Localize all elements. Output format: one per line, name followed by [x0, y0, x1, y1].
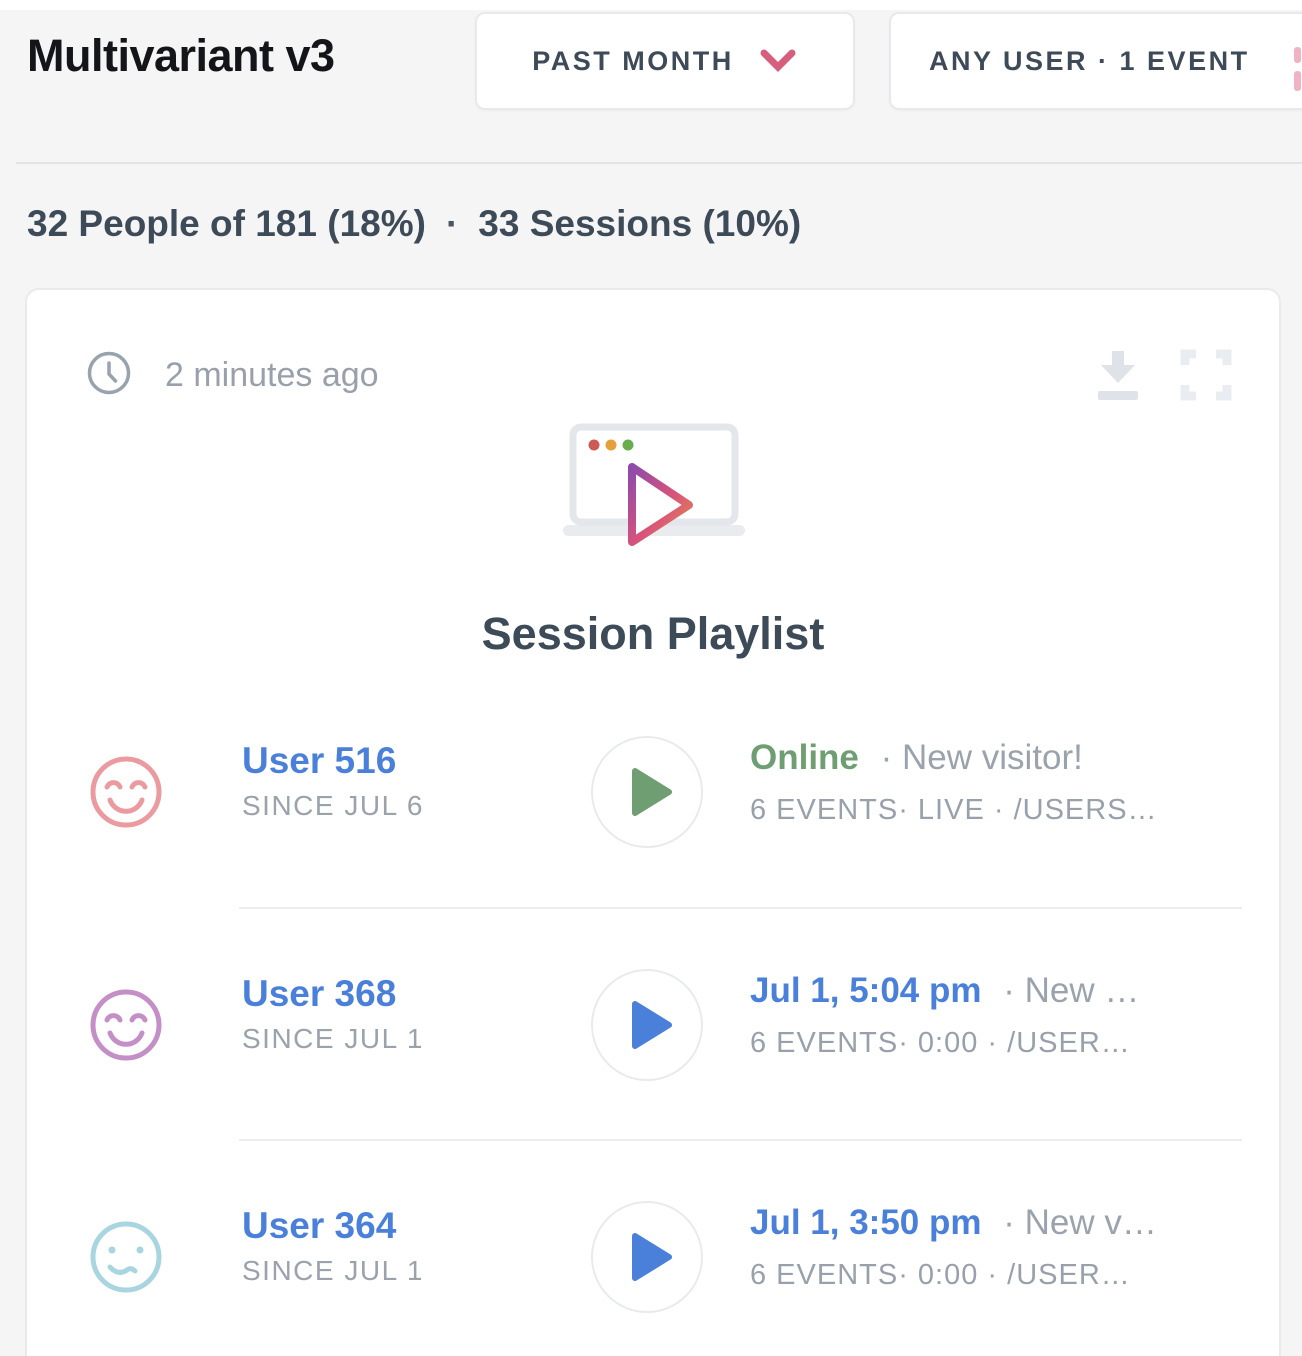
session-row: User 364 SINCE JUL 1 Jul 1, 3:50 pm · Ne… — [27, 1141, 1279, 1356]
session-status-line: Jul 1, 5:04 pm · New … — [750, 971, 1139, 1011]
session-details-line: 6 EVENTS· 0:00 · /USER… — [750, 1259, 1131, 1292]
user-since-label: SINCE JUL 1 — [242, 1023, 424, 1055]
session-player-illustration — [543, 420, 767, 570]
window-dot-green — [623, 440, 634, 451]
clock-icon — [85, 349, 133, 397]
session-playlist-card: 2 minutes ago — [25, 288, 1281, 1356]
user-filter-label: ANY USER · 1 EVENT — [929, 46, 1250, 77]
session-status-note: · New v… — [1003, 1203, 1157, 1242]
fullscreen-icon[interactable] — [1179, 348, 1233, 402]
wink-face-avatar-icon — [88, 1219, 164, 1295]
play-session-button[interactable] — [591, 736, 703, 848]
happy-face-avatar-icon — [88, 754, 164, 830]
user-link[interactable]: User 516 — [242, 740, 396, 782]
download-icon[interactable] — [1089, 346, 1147, 404]
session-row: User 516 SINCE JUL 6 Online · New visito… — [27, 676, 1279, 908]
stats-separator: · — [446, 203, 458, 245]
clipped-pink-glyph — [1294, 47, 1302, 91]
session-status-note: · New visitor! — [881, 738, 1083, 777]
people-stat: 32 People of 181 (18%) — [27, 203, 426, 245]
play-icon — [632, 768, 672, 816]
funnel-report-page: Multivariant v3 PAST MONTH ANY USER · 1 … — [0, 0, 1302, 1356]
user-link[interactable]: User 368 — [242, 973, 396, 1015]
session-status-line: Online · New visitor! — [750, 738, 1083, 778]
play-session-button[interactable] — [591, 1201, 703, 1313]
user-link[interactable]: User 364 — [242, 1205, 396, 1247]
play-icon — [632, 1001, 672, 1049]
user-filter-dropdown[interactable]: ANY USER · 1 EVENT — [889, 12, 1302, 110]
stats-summary: 32 People of 181 (18%) · 33 Sessions (10… — [27, 203, 801, 245]
play-icon — [632, 1233, 672, 1281]
playlist-title: Session Playlist — [27, 608, 1279, 660]
time-range-label: PAST MONTH — [532, 46, 734, 77]
play-session-button[interactable] — [591, 969, 703, 1081]
last-updated-label: 2 minutes ago — [165, 356, 379, 395]
chevron-down-icon — [758, 49, 798, 73]
session-timestamp: Jul 1, 3:50 pm — [750, 1203, 981, 1242]
session-status: Online — [750, 738, 859, 777]
user-since-label: SINCE JUL 6 — [242, 790, 424, 822]
time-range-dropdown[interactable]: PAST MONTH — [475, 12, 855, 110]
session-details-line: 6 EVENTS· LIVE · /USERS… — [750, 794, 1158, 827]
session-status-line: Jul 1, 3:50 pm · New v… — [750, 1203, 1157, 1243]
user-since-label: SINCE JUL 1 — [242, 1255, 424, 1287]
window-dot-orange — [606, 440, 617, 451]
session-details-line: 6 EVENTS· 0:00 · /USER… — [750, 1027, 1131, 1060]
happy-face-avatar-icon — [88, 987, 164, 1063]
session-status-note: · New … — [1003, 971, 1139, 1010]
session-timestamp: Jul 1, 5:04 pm — [750, 971, 981, 1010]
window-dot-red — [589, 440, 600, 451]
session-row: User 368 SINCE JUL 1 Jul 1, 5:04 pm · Ne… — [27, 909, 1279, 1141]
top-edge-strip — [0, 0, 1302, 10]
page-title: Multivariant v3 — [27, 30, 335, 82]
header-divider — [16, 162, 1302, 164]
sessions-stat: 33 Sessions (10%) — [478, 203, 801, 245]
